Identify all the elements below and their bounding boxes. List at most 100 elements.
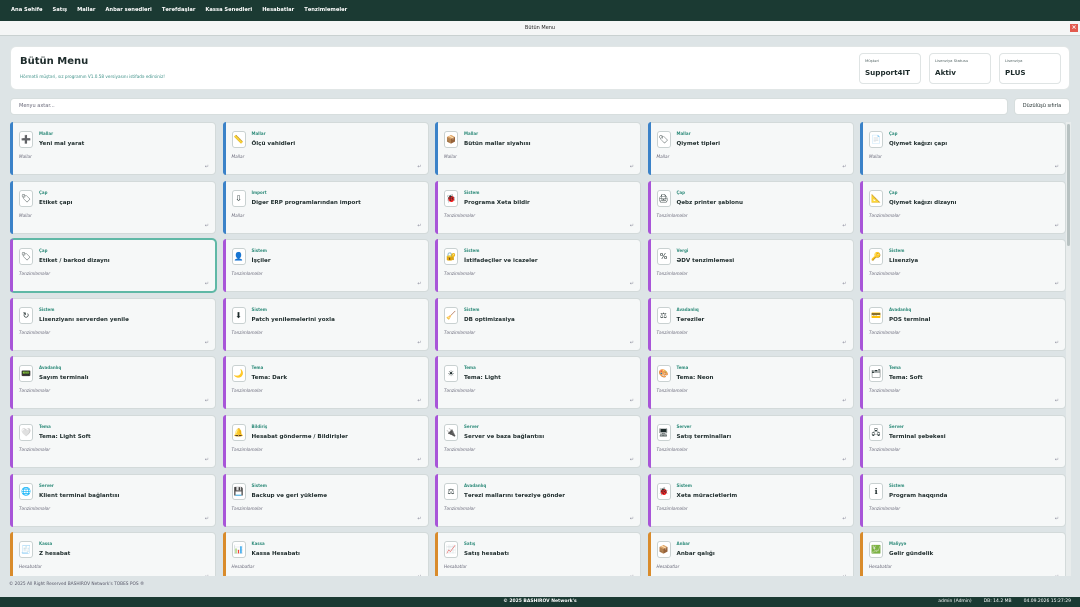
card-group: Mallar <box>656 154 670 159</box>
menu-card[interactable]: 👤 Sistem İşçilər Tənzimləmələr ↵ <box>222 239 429 293</box>
menu-item[interactable]: Ana Səhifə <box>6 0 48 21</box>
menu-card[interactable]: ℹ Sistem Program haqqında Tənzimləmələr ↵ <box>860 473 1066 527</box>
card-category: Sistem <box>676 482 692 488</box>
card-accent <box>435 122 438 175</box>
card-group: Mallar <box>19 154 32 159</box>
menu-item[interactable]: Satış <box>48 0 73 21</box>
card-accent <box>647 356 651 410</box>
menu-card[interactable]: 💳 Avadanlıq POS terminal Tənzimləmələr ↵ <box>860 297 1066 351</box>
menu-card[interactable]: 🧾 Kassa Z hesabat Hesabatlar ↵ <box>10 532 216 576</box>
menu-item[interactable]: Kassa Sənədləri <box>200 0 257 21</box>
menu-card[interactable]: ➕ Mallar Yeni mal yarat Mallar ↵ <box>10 122 216 175</box>
menu-card[interactable]: 📈 Satış Satış hesabatı Hesabatlar ↵ <box>435 532 641 576</box>
menu-card[interactable]: 📐 Çap Qiymət kağızı dizaynı Tənzimləmələr ↵ <box>860 180 1066 234</box>
menu-card[interactable]: 🎨 Tema Tema: Neon Tənzimləmələr ↵ <box>647 356 854 410</box>
menu-card[interactable]: 🏷 Çap Etiket / barkod dizaynı Tənzimləmələr… <box>10 239 216 293</box>
card-title: Qiymət kağızı çapı <box>889 141 948 147</box>
card-accent <box>647 415 651 468</box>
menu-card[interactable]: 📊 Kassa Kassa Hesabatı Hesabatlar ↵ <box>222 532 429 576</box>
menu-item[interactable]: Tərəfdaşlar <box>157 0 201 21</box>
design-icon: 📐 <box>869 189 883 207</box>
menu-card[interactable]: % Vergi ƏDV tənzimləməsi Tənzimləmələr ↵ <box>647 239 854 293</box>
menu-card[interactable]: 🔑 Sistem Lisenziya Tənzimləmələr ↵ <box>860 239 1066 293</box>
close-button[interactable]: × <box>1070 24 1078 32</box>
card-title: Tərəzi mallarını tərəziyə göndər <box>464 492 565 499</box>
card-accent <box>10 532 13 576</box>
menu-card[interactable]: ⬇ Sistem Patch yeniləmələrini yoxla Tənziml… <box>222 297 429 351</box>
card-category: Sistem <box>889 248 905 254</box>
card-title: Ölçü vahidləri <box>251 141 296 147</box>
card-category: Tema <box>889 365 901 371</box>
card-category: Maliyyə <box>889 541 907 547</box>
menu-card[interactable]: ⚖ Avadanlıq Tərəzilər Tənzimləmələr ↵ <box>647 297 854 351</box>
menu-item[interactable]: Hesabatlar <box>257 0 299 21</box>
menu-card[interactable]: 🤍 Tema Tema: Light Soft Tənzimləmələr ↵ <box>10 415 216 468</box>
globe-icon: 🌐 <box>19 482 33 500</box>
refresh-icon: ↻ <box>19 306 33 324</box>
window-title: Bütün Menu <box>524 25 556 31</box>
info-icon: ℹ <box>869 482 883 500</box>
enter-icon: ↵ <box>629 339 634 346</box>
network-icon: 🖧 <box>869 424 883 441</box>
menu-card[interactable]: ⇩ Import Digər ERP programlarından import M… <box>222 180 429 234</box>
menu-card[interactable]: 🧹 Sistem DB optimizasiya Tənzimləmələr ↵ <box>435 297 641 351</box>
bell-icon: 🔔 <box>231 424 246 441</box>
menu-card[interactable]: 🖥 Server Satış terminalları Tənzimləmələr ↵ <box>647 415 854 468</box>
enter-icon: ↵ <box>204 515 209 522</box>
card-group: Tənzimləmələr <box>869 388 901 394</box>
menu-item[interactable]: Tənzimləmələr <box>299 0 352 21</box>
menu-card[interactable]: 💹 Maliyyə Gəlir gündəlik Hesabatlar ↵ <box>860 532 1066 576</box>
box-icon: 📦 <box>444 131 458 148</box>
enter-icon: ↵ <box>629 222 634 229</box>
terminal-icon: 📟 <box>19 365 33 383</box>
card-accent <box>10 473 13 527</box>
warehouse-icon: 📦 <box>656 541 671 559</box>
menu-card[interactable]: 🏷 Çap Etiket çapı Mallar ↵ <box>10 180 216 234</box>
card-title: Server və baza bağlantısı <box>464 434 545 440</box>
menu-search-input[interactable]: Menyu axtar... <box>10 98 1008 115</box>
menu-card[interactable]: 🔌 Server Server və baza bağlantısı Tənzimlə… <box>435 415 641 468</box>
menu-item[interactable]: Anbar sənədləri <box>100 0 156 21</box>
menu-card[interactable]: 🗂 Tema Tema: Soft Tənzimləmələr ↵ <box>860 356 1066 410</box>
customer-box: Müştəri Support4IT <box>859 53 921 84</box>
status-db-size: DB: 14.2 MB <box>983 599 1012 604</box>
menu-card[interactable]: 🏷 Mallar Qiymət tipləri Mallar ↵ <box>647 122 854 175</box>
menu-card[interactable]: 💾 Sistem Backup və geri yükləmə Tənzimləməl… <box>222 473 429 527</box>
income-icon: 💹 <box>869 541 883 559</box>
menu-card[interactable]: 📦 Anbar Anbar qalığı Hesabatlar ↵ <box>647 532 854 576</box>
card-group: Hesabatlar <box>444 564 467 570</box>
card-group: Tənzimləmələr <box>231 388 263 394</box>
bar-chart-icon: 📊 <box>231 541 246 559</box>
page-title: Bütün Menu <box>20 56 89 67</box>
menu-card[interactable]: 🖧 Server Terminal şəbəkəsi Tənzimləmələr ↵ <box>860 415 1066 468</box>
menu-card[interactable]: ☀ Tema Tema: Light Tənzimləmələr ↵ <box>435 356 641 410</box>
menu-card[interactable]: 🐞 Sistem Programa Xəta bildir Tənzimləmələr… <box>435 180 641 234</box>
card-group: Tənzimləmələr <box>231 505 263 511</box>
menu-item[interactable]: Mallar <box>72 0 100 21</box>
menu-card[interactable]: ↻ Sistem Lisenziyanı serverdən yenilə Tənzi… <box>10 297 216 351</box>
enter-icon: ↵ <box>629 398 634 405</box>
card-accent <box>647 180 651 234</box>
license-status-box: Lisenziya Statusu Aktiv <box>929 53 991 84</box>
scrollbar-thumb[interactable] <box>1067 124 1070 246</box>
menu-card[interactable]: 🐞 Sistem Xəta müraciətlərim Tənzimləmələr ↵ <box>647 473 854 527</box>
menu-card[interactable]: ⚖ Avadanlıq Tərəzi mallarını tərəziyə gönd… <box>435 473 641 527</box>
enter-icon: ↵ <box>204 339 209 346</box>
menu-card[interactable]: 🌙 Tema Tema: Dark Tənzimləmələr ↵ <box>222 356 429 410</box>
card-category: Server <box>39 482 54 488</box>
menu-card[interactable]: 📄 Çap Qiymət kağızı çapı Mallar ↵ <box>860 122 1066 175</box>
card-title: Anbar qalığı <box>676 551 715 558</box>
menu-card[interactable]: 📏 Mallar Ölçü vahidləri Mallar ↵ <box>222 122 429 175</box>
menu-card[interactable]: 🔐 Sistem İstifadəçilər və icazələr Tənzimlə… <box>435 239 641 293</box>
card-category: Sistem <box>464 189 480 195</box>
menu-card[interactable]: 📦 Mallar Bütün mallar siyahısı Mallar ↵ <box>435 122 641 175</box>
reset-layout-button[interactable]: Düzülüşü sıfırla <box>1014 98 1070 115</box>
enter-icon: ↵ <box>629 457 634 463</box>
footer-copyright: © 2025 All Right Reserved BASHIROV Netwo… <box>9 582 145 587</box>
card-category: Çap <box>39 248 48 254</box>
menu-card[interactable]: 📟 Avadanlıq Sayım terminalı Tənzimləmələr ↵ <box>10 356 216 410</box>
moon-icon: 🌙 <box>231 365 246 383</box>
menu-card[interactable]: 🖨 Çap Qəbz printer şablonu Tənzimləmələr ↵ <box>647 180 854 234</box>
menu-card[interactable]: 🌐 Server Klient terminal bağlantısı Tənziml… <box>10 473 216 527</box>
menu-card[interactable]: 🔔 Bildiriş Hesabat göndərmə / Bildirişlər T… <box>222 415 429 468</box>
